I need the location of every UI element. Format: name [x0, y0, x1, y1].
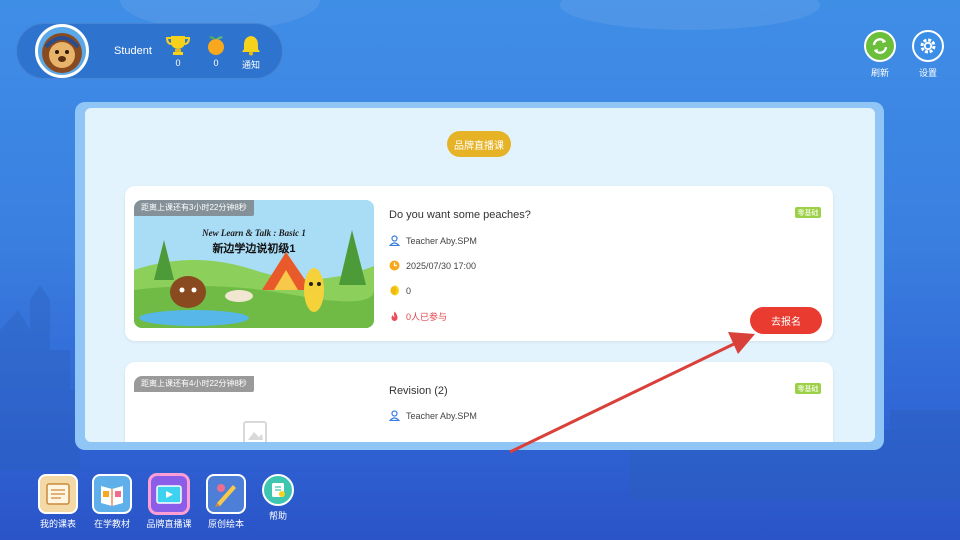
city-silhouette-left	[0, 285, 80, 470]
nav-label: 原创绘本	[207, 519, 244, 529]
thumbnail-title-en: New Learn & Talk : Basic 1	[202, 228, 306, 238]
refresh-icon	[872, 38, 888, 54]
teacher-row: Teacher Aby.SPM	[389, 410, 477, 421]
live-class-icon	[156, 485, 182, 504]
course-thumbnail[interactable]: New Learn & Talk : Basic 1 新边学边说初级1 距离上课…	[134, 200, 374, 328]
bell-icon	[242, 36, 260, 56]
trophy-stat[interactable]: 0	[163, 34, 193, 68]
course-cover-image	[134, 200, 374, 328]
section-title: 品牌直播课	[447, 131, 511, 157]
background-cloud	[560, 0, 820, 30]
teacher-icon	[389, 235, 400, 246]
thumbnail-title-cn: 新边学边说初级1	[212, 243, 296, 255]
nav-label: 在学教材	[93, 519, 130, 529]
coin-icon	[390, 285, 399, 296]
nav-label: 帮助	[268, 511, 287, 521]
lion-avatar-icon	[38, 27, 86, 75]
fire-icon	[391, 311, 398, 321]
teacher-name: Teacher Aby.SPM	[406, 235, 477, 246]
orange-count: 0	[213, 58, 219, 68]
clock-icon	[389, 260, 400, 271]
teacher-name: Teacher Aby.SPM	[406, 410, 477, 421]
teacher-icon	[389, 410, 400, 421]
course-list[interactable]: 品牌直播课 New Learn & Talk: Basic 1 新边学边说初级…	[85, 108, 875, 442]
level-tag: 零基础	[795, 207, 821, 218]
nav-textbook[interactable]: 在学教材	[87, 474, 137, 530]
countdown-badge: 距离上课还有4小时22分钟8秒	[134, 376, 254, 392]
coins-row: 0	[389, 285, 411, 296]
settings-label: 设置	[918, 68, 937, 78]
notification-button[interactable]: 通知	[236, 34, 266, 71]
avatar[interactable]	[35, 24, 89, 78]
nav-picture-book[interactable]: 原创绘本	[201, 474, 251, 530]
notification-label: 通知	[241, 60, 260, 70]
help-icon	[272, 483, 285, 497]
textbook-icon	[101, 486, 123, 506]
teacher-row: Teacher Aby.SPM	[389, 235, 477, 246]
trophy-count: 0	[175, 58, 181, 68]
nav-label: 品牌直播课	[146, 519, 192, 529]
nav-help[interactable]: 帮助	[253, 474, 303, 522]
time-row: 2025/07/30 17:00	[389, 260, 476, 271]
participants-row: 0人已参与	[389, 310, 447, 323]
schedule-icon	[46, 483, 70, 505]
course-panel: 品牌直播课 New Learn & Talk: Basic 1 新边学边说初级…	[75, 102, 884, 450]
refresh-button[interactable]: 刷新	[864, 30, 896, 79]
picture-book-icon	[215, 484, 236, 507]
orange-stat[interactable]: 0	[201, 34, 231, 68]
username: Student	[114, 45, 152, 57]
signup-button[interactable]: 去报名	[750, 307, 822, 334]
nav-my-schedule[interactable]: 我的课表	[33, 474, 83, 530]
level-tag: 零基础	[795, 383, 821, 394]
course-thumbnail[interactable]: 距离上课还有4小时22分钟8秒	[134, 376, 374, 442]
course-card[interactable]: 距离上课还有4小时22分钟8秒 Revision (2) 零基础 Teacher…	[125, 362, 833, 442]
class-time: 2025/07/30 17:00	[406, 260, 477, 271]
course-card[interactable]: New Learn & Talk : Basic 1 新边学边说初级1 距离上课…	[125, 186, 833, 341]
refresh-label: 刷新	[870, 68, 889, 78]
coin-cost: 0	[406, 285, 412, 296]
gear-icon	[920, 38, 936, 54]
trophy-icon	[165, 36, 191, 55]
countdown-badge: 距离上课还有3小时22分钟8秒	[134, 200, 254, 216]
course-title: Do you want some peaches?	[389, 209, 531, 221]
participant-count: 0人已参与	[406, 312, 448, 322]
course-title: Revision (2)	[389, 385, 448, 397]
orange-icon	[208, 36, 224, 55]
nav-live-class[interactable]: 品牌直播课	[144, 474, 194, 530]
settings-button[interactable]: 设置	[912, 30, 944, 79]
nav-label: 我的课表	[39, 519, 76, 529]
